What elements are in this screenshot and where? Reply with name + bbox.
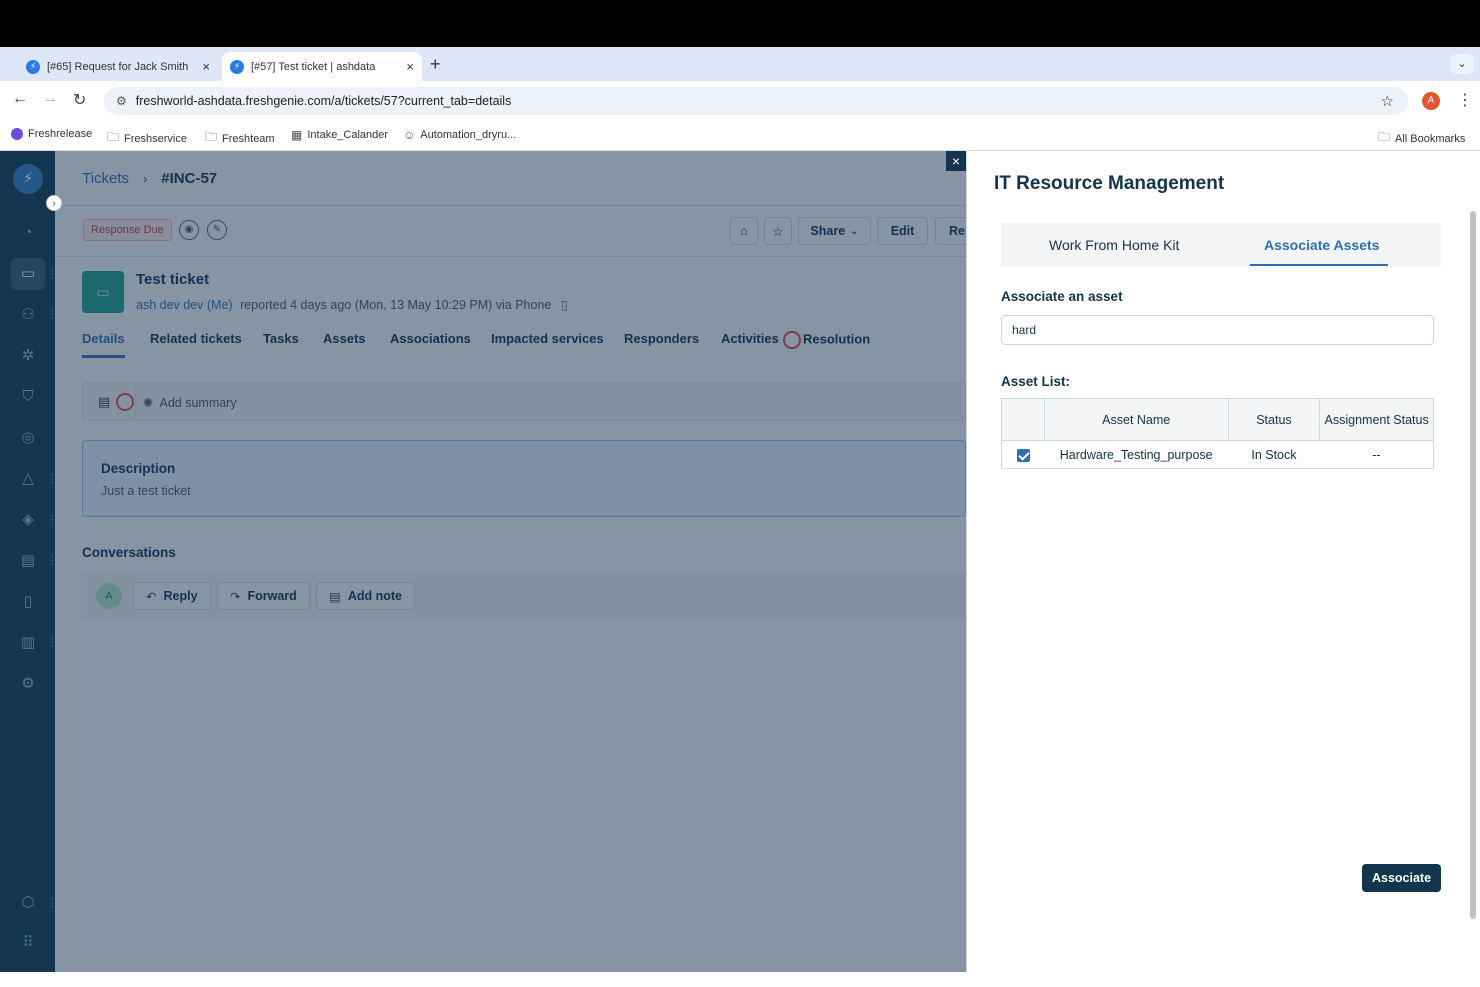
address-bar-row: ← → ↻ ⚙ freshworld-ashdata.freshgenie.co… [0,81,1480,121]
tab-title: [#65] Request for Jack Smith [47,60,189,73]
freshservice-favicon-icon: ⚡ [230,59,244,74]
tab-work-from-home-kit[interactable]: Work From Home Kit [1049,237,1179,253]
new-tab-button[interactable]: + [430,54,441,75]
bookmark-automation[interactable]: ☺ Automation_dryru... [403,128,516,142]
panel-scrollbar[interactable] [1470,211,1476,919]
close-panel-icon[interactable]: × [946,151,966,171]
tab-title: [#57] Test ticket | ashdata [251,60,376,73]
asset-list-label: Asset List: [1001,374,1071,389]
asset-name-cell: Hardware_Testing_purpose [1044,440,1229,469]
freshrelease-icon [11,128,23,140]
person-icon: ☺ [403,128,416,142]
bookmark-intake-calander[interactable]: ▦ Intake_Calander [291,128,388,142]
column-header-asset-name: Asset Name [1043,398,1229,441]
browser-tab-request[interactable]: ⚡ [#65] Request for Jack Smith × [18,52,218,81]
asset-status-cell: In Stock [1228,440,1320,469]
freshservice-favicon-icon: ⚡ [26,59,40,74]
bookmark-freshteam[interactable]: 🗀 Freshteam [205,128,275,149]
panel-title: IT Resource Management [994,173,1225,194]
table-row[interactable]: Hardware_Testing_purpose In Stock -- [1001,440,1434,469]
bookmarks-bar: Freshrelease 🗀 Freshservice 🗀 Freshteam ▦ I… [0,121,1480,151]
site-settings-icon[interactable]: ⚙ [116,94,127,108]
column-header-status: Status [1227,398,1321,441]
forward-icon[interactable]: → [42,90,58,108]
close-tab-icon[interactable]: × [406,59,414,74]
folder-icon: 🗀 [107,130,120,144]
row-checkbox[interactable] [1016,448,1030,462]
active-tab-indicator [1250,264,1388,266]
modal-overlay[interactable] [0,151,966,972]
close-tab-icon[interactable]: × [202,59,210,74]
asset-table: Asset Name Status Assignment Status Hard… [1001,398,1434,469]
sidebar-expand-chevron-icon[interactable]: › [46,195,62,211]
url-bar[interactable]: ⚙ freshworld-ashdata.freshgenie.com/a/ti… [104,87,1408,115]
row-select-cell [1001,440,1045,469]
browser-tab-test-ticket[interactable]: ⚡ [#57] Test ticket | ashdata × [222,52,422,81]
folder-icon: 🗀 [205,130,218,144]
all-bookmarks[interactable]: 🗀 All Bookmarks [1378,128,1465,149]
it-resource-management-panel: IT Resource Management Work From Home Ki… [966,151,1480,972]
browser-menu-icon[interactable]: ⋮ [1457,90,1473,110]
asset-search-input[interactable]: hard [1001,315,1434,345]
browser-tab-strip: ⚡ [#65] Request for Jack Smith × ⚡ [#57]… [0,47,1480,81]
bookmark-freshservice[interactable]: 🗀 Freshservice [107,128,187,149]
back-icon[interactable]: ← [12,90,28,108]
folder-icon: 🗀 [1378,130,1391,144]
profile-avatar[interactable]: A [1422,92,1440,110]
column-header-assignment-status: Assignment Status [1319,398,1434,441]
panel-tabs: Work From Home Kit Associate Assets [1001,223,1441,267]
url-text: freshworld-ashdata.freshgenie.com/a/tick… [135,94,512,108]
window-top-bar [0,0,1480,47]
reload-icon[interactable]: ↻ [73,90,86,110]
tab-associate-assets[interactable]: Associate Assets [1264,237,1379,253]
tab-search-button[interactable]: ⌄ [1451,54,1473,74]
calendar-icon: ▦ [291,128,303,142]
associate-button[interactable]: Associate [1362,864,1441,892]
bookmark-star-icon[interactable]: ☆ [1381,92,1394,110]
window-bottom-edge [0,972,1480,987]
select-column-header [1001,398,1045,441]
assignment-status-cell: -- [1319,440,1434,469]
associate-asset-label: Associate an asset [1001,289,1123,304]
freshservice-app: ⚡ ◔ ▭ ⋮ ⚇ ⋮ ✲ ⛉ ◎ △ ⋮ ◈ ⋮ ▤ ⋮ ▯ ▥ ⋮ ⚙ ⬡ … [0,151,1480,972]
bookmark-freshrelease[interactable]: Freshrelease [11,128,92,140]
